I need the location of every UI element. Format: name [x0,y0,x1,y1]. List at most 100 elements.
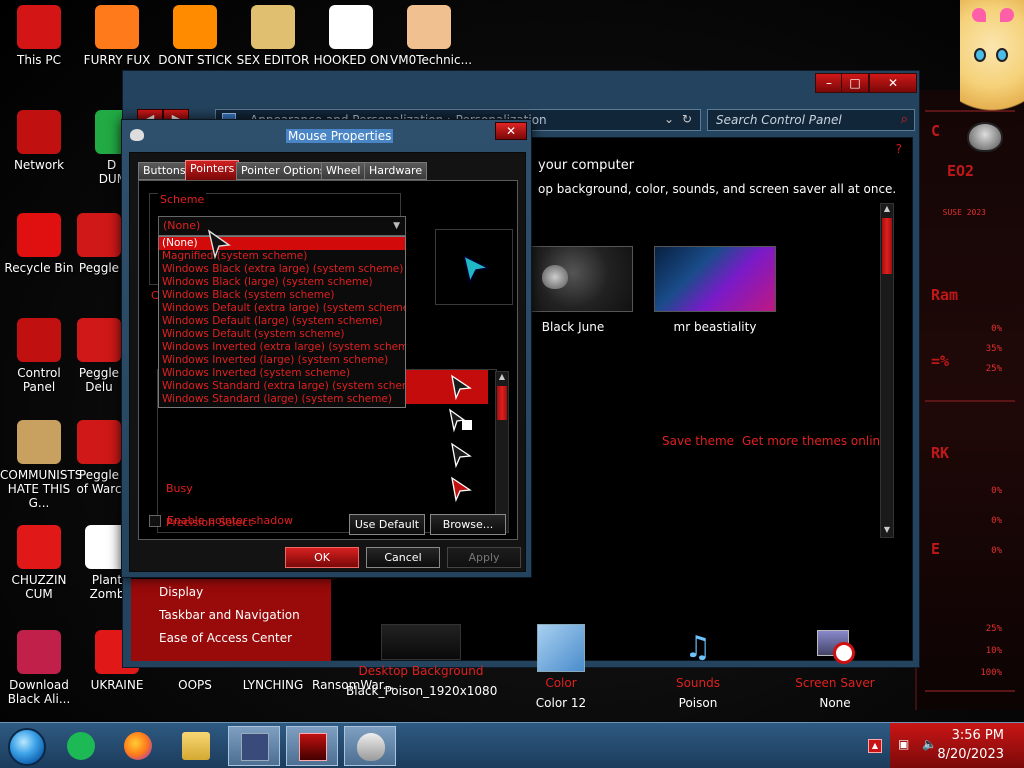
refresh-icon[interactable]: ↻ [682,112,692,126]
search-icon[interactable]: ⌕ [901,112,908,127]
scheme-option[interactable]: Windows Default (extra large) (system sc… [159,302,405,315]
tab-wheel[interactable]: Wheel [321,162,366,180]
desktop-icon[interactable]: This PC [0,5,78,67]
list-scrollbar[interactable]: ▲ ▼ [495,371,509,533]
desktop-icon[interactable]: DONT STICK [156,5,234,67]
close-button[interactable]: ✕ [495,122,527,140]
hud-pct: 35% [985,344,1002,354]
theme-mr-beastiality[interactable]: mr beastiality [640,246,790,334]
bottom-item-value: Color 12 [535,696,587,710]
desktop-icon-label: VM0Technic... [390,53,473,67]
computer-icon [17,5,61,49]
scheme-option[interactable]: Windows Black (system scheme) [159,289,405,302]
desktop-icon[interactable]: CHUZZIN CUM [0,525,78,601]
desktop-icon[interactable]: Download Black Ali... [0,630,78,706]
list-item[interactable] [158,438,488,472]
desktop-icon[interactable]: HOOKED ON [312,5,390,67]
sidebar-link-display[interactable]: Display [159,585,203,599]
screen-saver-item[interactable]: Screen Saver None [760,624,910,710]
title-bar[interactable]: – □ ✕ [123,71,919,101]
desktop-icon[interactable]: Network [0,110,78,172]
sidebar-link-ease-of-access[interactable]: Ease of Access Center [159,631,292,645]
desktop-icon-label: UKRAINE [90,678,144,692]
hud-pct: 100% [980,668,1002,678]
maximize-button[interactable]: □ [841,73,869,93]
network-icon[interactable]: ▣ [898,737,914,753]
taskbar-app-button[interactable] [286,726,338,766]
list-item[interactable]: Busy [158,472,488,506]
mouse-cursor-icon [207,229,231,259]
close-button[interactable]: ✕ [869,73,917,93]
help-icon[interactable]: ? [896,142,902,156]
control-panel-icon [17,318,61,362]
list-item[interactable] [158,404,488,438]
bottom-item-title: Sounds [675,676,721,690]
scheme-option[interactable]: Windows Inverted (system scheme) [159,367,405,380]
bottom-item-title: Screen Saver [795,676,875,690]
browse-button[interactable]: Browse... [430,514,506,535]
tab-buttons[interactable]: Buttons [138,162,191,180]
scheme-option[interactable]: (None) [159,237,405,250]
desktop-background-item[interactable]: Desktop Background Black_Poison_1920x108… [346,624,497,698]
scheme-label: Scheme [158,193,207,206]
network-icon [17,110,61,154]
clock-time[interactable]: 3:56 PM [952,728,1004,743]
taskbar-firefox-button[interactable] [112,726,164,766]
scheme-option[interactable]: Magnified (system scheme) [159,250,405,263]
taskbar-explorer-button[interactable] [170,726,222,766]
hud-pct: 10% [985,646,1002,656]
hud-text: Ram [931,286,959,304]
start-button[interactable] [8,728,46,766]
app-icon [329,5,373,49]
save-theme-link[interactable]: Save theme [662,434,734,448]
desktop-icon-label: FURRY FUX [83,53,151,67]
desktop-icon[interactable]: FURRY FUX [78,5,156,67]
minimize-button[interactable]: – [815,73,843,93]
sidebar-link-taskbar[interactable]: Taskbar and Navigation [159,608,300,622]
scheme-option[interactable]: Windows Standard (extra large) (system s… [159,380,405,393]
recycle-bin-icon [17,213,61,257]
color-item[interactable]: Color Color 12 [486,624,636,710]
tab-pointers[interactable]: Pointers [185,160,240,181]
taskbar-control-panel-button[interactable] [228,726,280,766]
scheme-option[interactable]: Windows Default (system scheme) [159,328,405,341]
themes-scrollbar[interactable]: ▲ ▼ [880,203,894,538]
list-item-label: Busy [166,482,193,495]
scheme-option[interactable]: Windows Standard (large) (system scheme) [159,393,405,406]
desktop-icon-label: OOPS [178,678,212,692]
page-description: op background, color, sounds, and screen… [538,182,897,196]
scheme-option[interactable]: Windows Inverted (extra large) (system s… [159,341,405,354]
use-default-button[interactable]: Use Default [349,514,425,535]
hud-text: RK [931,444,950,462]
desktop-icon[interactable]: VM0Technic... [390,5,473,67]
scheme-option[interactable]: Windows Default (large) (system scheme) [159,315,405,328]
see-also-sidebar: Display Taskbar and Navigation Ease of A… [131,579,331,661]
search-input[interactable]: Search Control Panel ⌕ [707,109,915,131]
apply-button[interactable]: Apply [447,547,521,568]
chevron-down-icon[interactable]: ⌄ [664,112,674,126]
ok-button[interactable]: OK [285,547,359,568]
get-more-themes-link[interactable]: Get more themes online [742,434,888,448]
show-hidden-icons-button[interactable]: ▲ [868,739,882,753]
bottom-item-title: Desktop Background [358,664,484,678]
tab-hardware[interactable]: Hardware [364,162,428,180]
clock-date[interactable]: 8/20/2023 [937,747,1004,762]
scheme-dropdown-list[interactable]: (None) Magnified (system scheme) Windows B… [158,236,406,408]
cancel-button[interactable]: Cancel [366,547,440,568]
doctor-icon [407,5,451,49]
sounds-item[interactable]: ♫ Sounds Poison [623,624,773,710]
enable-pointer-shadow-checkbox[interactable] [149,515,161,527]
desktop-icon[interactable]: SEX EDITOR [234,5,312,67]
scheme-select[interactable]: (None) ▼ [158,216,406,236]
volume-icon[interactable]: 🔈 [922,737,938,753]
screen-saver-icon [811,624,859,672]
scheme-option[interactable]: Windows Inverted (large) (system scheme) [159,354,405,367]
scheme-option[interactable]: Windows Black (extra large) (system sche… [159,263,405,276]
money-bag-icon [17,420,61,464]
scheme-selected-value: (None) [163,219,201,232]
star-butterfly-wallpaper-character [960,0,1024,118]
tab-pointer-options[interactable]: Pointer Options [236,162,331,180]
taskbar-spotify-button[interactable] [55,726,107,766]
taskbar-mouse-button[interactable] [344,726,396,766]
scheme-option[interactable]: Windows Black (large) (system scheme) [159,276,405,289]
